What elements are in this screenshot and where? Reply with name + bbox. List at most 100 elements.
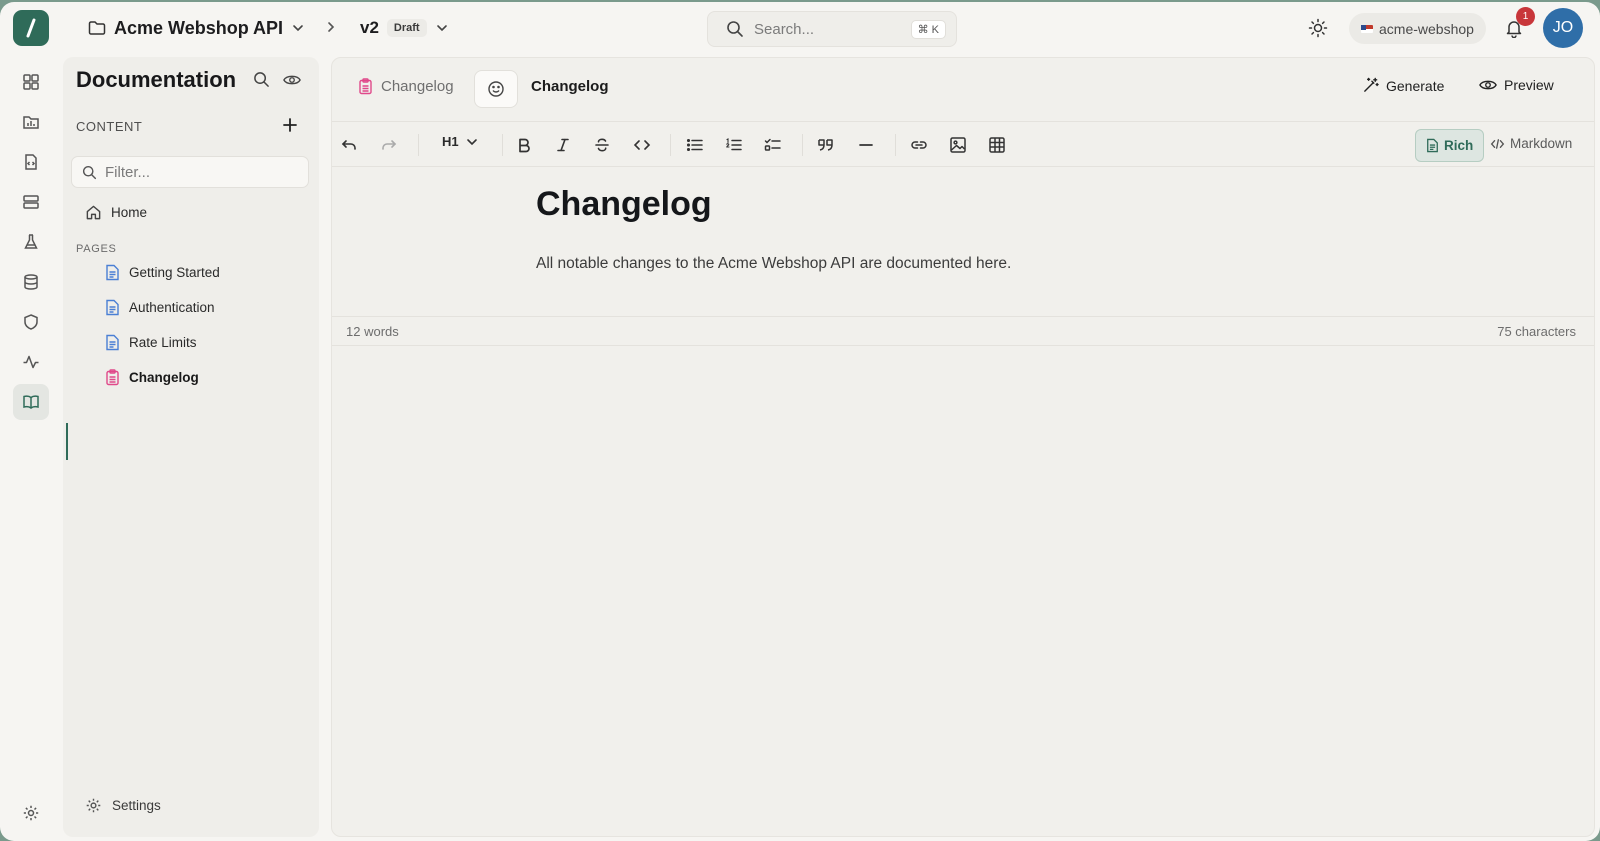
bullet-list-icon[interactable] <box>683 133 707 157</box>
preview-label: Preview <box>1504 77 1554 93</box>
word-count: 12 words <box>346 324 399 339</box>
sidebar-item-label: Getting Started <box>129 265 220 280</box>
search-shortcut: ⌘ K <box>910 19 946 39</box>
breadcrumb-label: Changelog <box>381 78 454 95</box>
settings-label: Settings <box>112 798 161 813</box>
top-bar: Acme Webshop API v2 Draft Search... ⌘ K <box>0 2 1600 54</box>
heading-level-select[interactable]: H1 <box>442 134 479 149</box>
redo-icon[interactable] <box>377 133 401 157</box>
chevron-right-icon <box>325 20 337 34</box>
folder-chart-icon[interactable] <box>13 104 49 140</box>
org-switcher[interactable]: acme-webshop <box>1349 13 1486 44</box>
content-section-label: CONTENT <box>76 119 143 134</box>
rich-mode-button[interactable]: Rich <box>1415 129 1485 162</box>
docs-sidebar: Documentation CONTENT Filter... Home PAG… <box>63 57 319 837</box>
plus-icon[interactable] <box>282 117 298 133</box>
chevron-down-icon <box>435 21 449 35</box>
document-title[interactable]: Changelog <box>536 185 712 224</box>
sidebar-item-label: Rate Limits <box>129 335 197 350</box>
flag-icon <box>1361 24 1373 33</box>
flask-icon[interactable] <box>13 224 49 260</box>
sidebar-title: Documentation <box>76 67 237 92</box>
sidebar-item-label: Changelog <box>129 370 199 385</box>
markdown-mode-button[interactable]: Markdown <box>1490 136 1572 151</box>
sidebar-item-getting-started[interactable]: Getting Started <box>105 264 220 281</box>
image-icon[interactable] <box>946 133 970 157</box>
active-indicator <box>66 423 68 460</box>
preview-button[interactable]: Preview <box>1479 77 1554 93</box>
org-name: acme-webshop <box>1379 20 1474 37</box>
formatting-toolbar: H1 Rich Markdown <box>332 122 1594 167</box>
server-icon[interactable] <box>13 184 49 220</box>
sidebar-item-changelog[interactable]: Changelog <box>105 369 199 386</box>
toolbar-divider <box>670 134 671 156</box>
search-input[interactable]: Search... <box>754 21 901 38</box>
strikethrough-icon[interactable] <box>590 133 614 157</box>
activity-icon[interactable] <box>13 344 49 380</box>
checklist-icon[interactable] <box>761 133 785 157</box>
table-icon[interactable] <box>985 133 1009 157</box>
filter-input[interactable]: Filter... <box>71 156 309 188</box>
filter-placeholder: Filter... <box>105 163 151 181</box>
pages-section-label: PAGES <box>76 243 117 255</box>
eye-icon[interactable] <box>283 72 301 88</box>
app-logo[interactable] <box>13 10 49 46</box>
sidebar-item-home[interactable]: Home <box>85 204 147 221</box>
home-icon <box>85 204 102 221</box>
document-body[interactable]: All notable changes to the Acme Webshop … <box>536 255 1011 273</box>
editor-status-bar: 12 words 75 characters <box>332 316 1594 346</box>
toolbar-divider <box>502 134 503 156</box>
document-icon <box>1426 138 1439 153</box>
page-name[interactable]: Changelog <box>531 78 609 95</box>
search-icon <box>82 165 97 180</box>
quote-icon[interactable] <box>814 133 838 157</box>
character-count: 75 characters <box>1497 324 1576 339</box>
sidebar-settings[interactable]: Settings <box>85 797 161 814</box>
global-search[interactable]: Search... ⌘ K <box>707 11 957 47</box>
folder-icon <box>88 20 106 36</box>
generate-button[interactable]: Generate <box>1362 77 1444 94</box>
toolbar-divider <box>895 134 896 156</box>
italic-icon[interactable] <box>551 133 575 157</box>
shield-icon[interactable] <box>13 304 49 340</box>
file-code-icon[interactable] <box>13 144 49 180</box>
undo-icon[interactable] <box>337 133 361 157</box>
version-selector[interactable]: v2 Draft <box>360 15 449 41</box>
link-icon[interactable] <box>907 133 931 157</box>
sidebar-item-label: Authentication <box>129 300 215 315</box>
dashboard-icon[interactable] <box>13 64 49 100</box>
generate-label: Generate <box>1386 77 1445 94</box>
notification-badge: 1 <box>1516 7 1535 26</box>
editor-panel: Changelog Changelog Generate Preview H1 … <box>331 57 1595 837</box>
chevron-down-icon <box>291 21 305 35</box>
horizontal-rule-icon[interactable] <box>854 133 878 157</box>
sidebar-item-label: Home <box>111 205 148 220</box>
book-icon[interactable] <box>13 384 49 420</box>
page-breadcrumb[interactable]: Changelog <box>358 78 454 95</box>
toolbar-divider <box>418 134 419 156</box>
markdown-mode-label: Markdown <box>1510 136 1573 151</box>
rich-mode-label: Rich <box>1444 138 1474 153</box>
gear-icon[interactable] <box>13 795 49 831</box>
smiley-icon <box>487 80 505 98</box>
magic-wand-icon <box>1362 77 1379 94</box>
sidebar-item-rate-limits[interactable]: Rate Limits <box>105 334 197 351</box>
ordered-list-icon[interactable] <box>722 133 746 157</box>
document-icon <box>105 264 120 281</box>
code-icon[interactable] <box>630 133 654 157</box>
code-icon <box>1490 137 1505 151</box>
heading-level-value: H1 <box>442 134 459 149</box>
emoji-picker-button[interactable] <box>474 70 518 108</box>
project-title: Acme Webshop API <box>114 17 284 38</box>
database-icon[interactable] <box>13 264 49 300</box>
search-icon[interactable] <box>253 71 270 88</box>
bold-icon[interactable] <box>512 133 536 157</box>
editor-header: Changelog Changelog Generate Preview <box>332 58 1594 122</box>
document-icon <box>105 334 120 351</box>
avatar[interactable]: JO <box>1543 8 1583 48</box>
toolbar-divider <box>802 134 803 156</box>
project-selector[interactable]: Acme Webshop API <box>88 15 305 41</box>
sun-icon[interactable] <box>1308 18 1328 38</box>
gear-icon <box>85 797 102 814</box>
sidebar-item-authentication[interactable]: Authentication <box>105 299 215 316</box>
